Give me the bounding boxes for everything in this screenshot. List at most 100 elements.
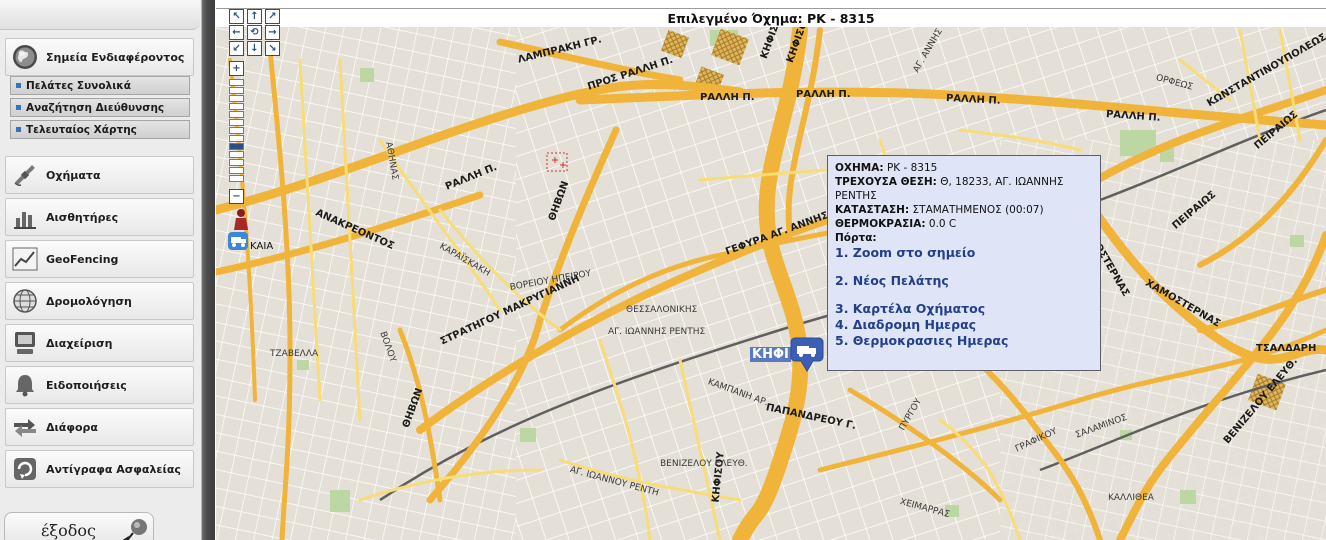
menu-item-points-of-interest[interactable]: Σημεία Ενδιαφέροντος [5,38,194,76]
vehicle-small-marker-icon[interactable] [227,231,249,251]
zoom-level-step[interactable] [229,103,244,110]
zoom-level-step[interactable] [229,135,244,142]
popup-position-row: ΤΡΕΧΟΥΣΑ ΘΕΣΗ: Θ, 18233, ΑΓ. ΙΩΑΝΝΗΣ ΡΕΝ… [835,175,1093,203]
popup-link-day-temperatures[interactable]: 5. Θερμοκρασιες Ημερας [835,333,1093,349]
map-title: Επιλεγμένο Όχημα: PK - 8315 [667,11,875,26]
popup-temp-row: ΘΕΡΜΟΚΡΑΣΙΑ: 0.0 C [835,217,1093,231]
sidebar-divider [202,0,215,540]
bullet-icon [16,105,21,110]
menu-item-label: Οχήματα [46,168,101,182]
sub-item-label: Πελάτες Συνολικά [26,79,131,92]
popup-key: ΘΕΡΜΟΚΡΑΣΙΑ: [835,218,926,230]
menu-item-label: Διάφορα [46,420,98,434]
popup-link-zoom[interactable]: 1. Zoom στο σημείο [835,245,1093,261]
zoom-level-step[interactable] [229,175,244,182]
line-chart-icon [9,243,41,275]
popup-key: Πόρτα: [835,232,877,244]
menu-item-label: Διαχείριση [46,336,113,350]
map-header: Επιλεγμένο Όχημα: PK - 8315 [216,8,1326,27]
reset-view-button[interactable]: ⟲ [247,25,262,40]
pan-left-button[interactable]: ← [229,25,244,40]
zoom-level-step[interactable] [229,119,244,126]
sub-item-address-search[interactable]: Αναζήτηση Διεύθυνσης [10,98,190,117]
zoom-in-button[interactable]: + [229,61,244,76]
map-label: ΚΑΛΛΙΘΕΑ [1108,493,1154,503]
map-label: ΑΓ. ΙΩΑΝΝΗΣ ΡΕΝΤΗΣ [608,327,706,337]
pan-up-right-button[interactable]: ↗ [265,9,280,24]
menu-item-sensors[interactable]: Αισθητήρες [5,198,194,236]
menu-item-vehicles[interactable]: Οχήματα [5,156,194,194]
map-label: ΡΑΛΛΗ Π. [700,92,755,103]
pan-down-button[interactable]: ↓ [247,41,262,56]
sub-item-label: Τελευταίος Χάρτης [26,123,137,136]
logout-button[interactable]: έξοδος [4,512,154,540]
arrows-icon [9,411,41,443]
map-label: ΒΕΝΙΖΕΛΟΥ ΕΛΕΥΘ. [660,459,748,469]
zoom-level-step[interactable] [229,159,244,166]
popup-vehicle-value: PK - 8315 [886,162,938,174]
zoom-out-button[interactable]: − [229,189,244,204]
pan-down-right-button[interactable]: ↘ [265,41,280,56]
menu-item-label: Αντίγραφα Ασφαλείας [46,462,181,476]
zoom-level-step[interactable] [229,167,244,174]
popup-temp-value: 0.0 C [928,218,957,230]
truck-pin-icon [790,337,824,372]
popup-link-day-route[interactable]: 4. Διαδρομη Ημερας [835,317,1093,333]
menu-item-label: GeoFencing [46,252,119,266]
zoom-level-step[interactable] [229,111,244,118]
pan-up-button[interactable]: ↑ [247,9,262,24]
map-label: ΚΑΙΑ [250,241,274,252]
vehicle-info-popup: ΟΧΗΜΑ: PK - 8315 ΤΡΕΧΟΥΣΑ ΘΕΣΗ: Θ, 18233… [827,155,1101,371]
menu-item-misc[interactable]: Διάφορα [5,408,194,446]
popup-link-new-customer[interactable]: 2. Νέος Πελάτης [835,273,1093,289]
popup-vehicle-row: ΟΧΗΜΑ: PK - 8315 [835,161,1093,175]
zoom-level-step[interactable] [229,127,244,134]
menu-item-notifications[interactable]: Ειδοποιήσεις [5,366,194,404]
vehicle-marker-label: ΚΗΦΙ [750,347,791,362]
bell-icon [9,369,41,401]
menu-item-label: Αισθητήρες [46,210,119,224]
menu-item-management[interactable]: Διαχείριση [5,324,194,362]
sidebar: Σημεία Ενδιαφέροντος Πελάτες Συνολικά Αν… [0,0,202,540]
menu-item-label: Σημεία Ενδιαφέροντος [46,50,185,64]
zoom-level-step[interactable] [229,95,244,102]
pan-up-left-button[interactable]: ↖ [229,9,244,24]
sidebar-header [0,0,200,30]
globe-icon [9,41,41,73]
map-label: ΘΕΣΣΑΛΟΝΙΚΗΣ [626,305,698,315]
zoom-level-handle[interactable] [229,143,244,150]
menu-item-label: Ειδοποιήσεις [46,378,127,392]
zoom-level-step[interactable] [229,87,244,94]
zoom-level-step[interactable] [229,151,244,158]
globe-grid-icon [9,285,41,317]
bullet-icon [16,83,21,88]
popup-status-value: ΣΤΑΜΑΤΗΜΕΝΟΣ (00:07) [912,204,1044,216]
sub-item-customers-total[interactable]: Πελάτες Συνολικά [10,76,190,95]
logout-icon [122,519,147,540]
map-label: ΡΑΛΛΗ Π. [796,89,851,100]
zoom-level-step[interactable] [229,79,244,86]
popup-key: ΤΡΕΧΟΥΣΑ ΘΕΣΗ: [835,176,937,188]
map-label: ΤΖΑΒΕΛΛΑ [270,349,319,359]
pan-down-left-button[interactable]: ↙ [229,41,244,56]
computer-icon [9,327,41,359]
popup-door-row: Πόρτα: [835,231,1093,245]
map-canvas[interactable]: ΛΑΜΠΡΑΚΗ ΓΡ. ΠΡΟΣ ΡΑΛΛΗ Π. ΡΑΛΛΗ Π. ΡΑΛΛ… [216,27,1326,540]
popup-key: ΚΑΤΑΣΤΑΣΗ: [835,204,910,216]
person-marker-icon[interactable] [232,208,250,230]
bar-chart-icon [9,201,41,233]
logout-label: έξοδος [41,521,96,540]
menu-item-backups[interactable]: Αντίγραφα Ασφαλείας [5,450,194,488]
popup-status-row: ΚΑΤΑΣΤΑΣΗ: ΣΤΑΜΑΤΗΜΕΝΟΣ (00:07) [835,203,1093,217]
sub-item-label: Αναζήτηση Διεύθυνσης [26,101,165,114]
map-label: ΤΣΑΛΔΑΡΗ [1256,343,1317,354]
pan-right-button[interactable]: → [265,25,280,40]
menu-item-geofencing[interactable]: GeoFencing [5,240,194,278]
satellite-icon [9,159,41,191]
popup-key: ΟΧΗΜΑ: [835,162,884,174]
menu-item-label: Δρομολόγηση [46,294,132,308]
sub-item-last-map[interactable]: Τελευταίος Χάρτης [10,120,190,139]
menu-item-routing[interactable]: Δρομολόγηση [5,282,194,320]
popup-link-vehicle-card[interactable]: 3. Καρτέλα Οχήματος [835,301,1093,317]
bullet-icon [16,127,21,132]
